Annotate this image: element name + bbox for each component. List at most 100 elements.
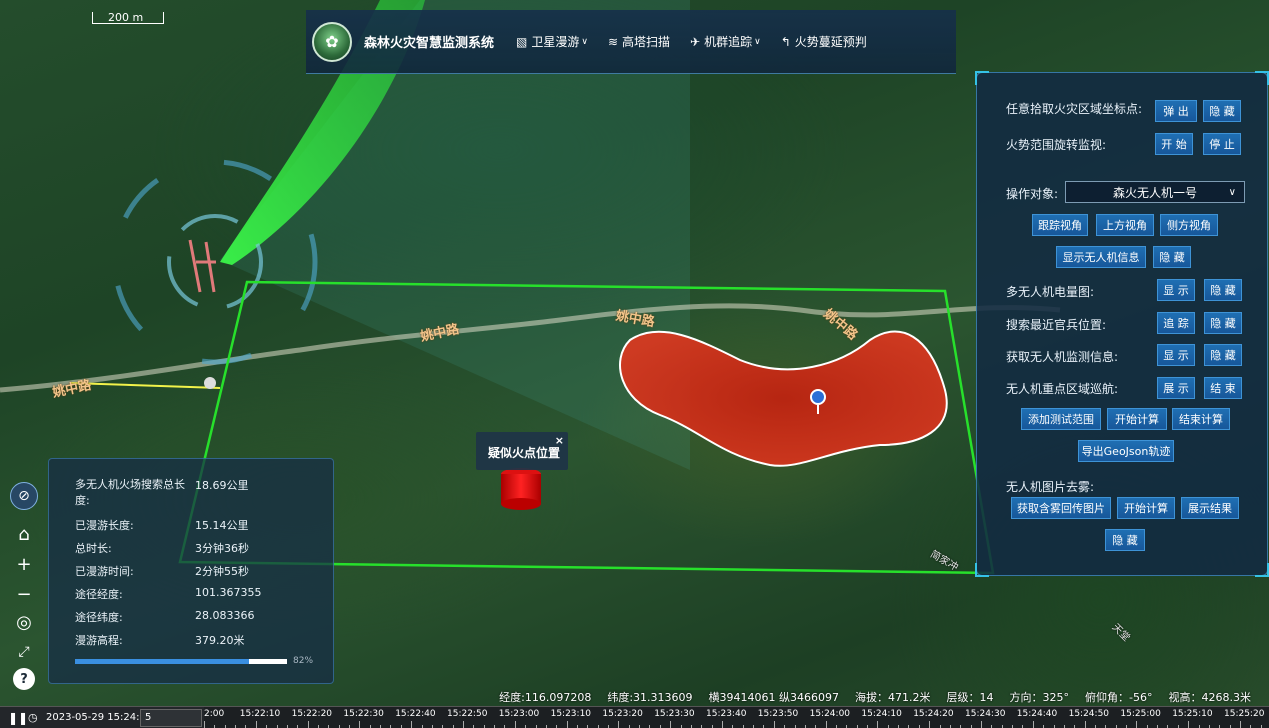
info-value: 101.367355 (195, 586, 262, 599)
info-label: 总时长: (75, 542, 112, 555)
track-view-button[interactable]: 跟踪视角 (1032, 214, 1088, 236)
timeline-tick (411, 721, 413, 728)
status-pitch: 俯仰角：-56° (1085, 691, 1153, 704)
info-value: 3分钟36秒 (195, 542, 249, 555)
top-view-button[interactable]: 上方视角 (1096, 214, 1154, 236)
pick-coords-label: 任意拾取火灾区域坐标点: (1006, 102, 1143, 116)
defog-row: 无人机图片去雾: (1006, 478, 1094, 495)
roam-info-panel: 多无人机火场搜索总长度: 18.69公里 已漫游长度: 15.14公里 总时长:… (48, 458, 334, 684)
roam-progress-bar (75, 659, 287, 664)
timeline-tick-label: 15:22:40 (395, 709, 436, 719)
speed-input[interactable]: 5 (140, 709, 202, 727)
pick-coords-hide-button[interactable]: 隐 藏 (1203, 100, 1241, 122)
defog-show-result-button[interactable]: 展示结果 (1181, 497, 1239, 519)
close-icon[interactable]: × (555, 434, 564, 447)
compass-icon[interactable]: ⊘ (10, 482, 38, 510)
side-view-button[interactable]: 侧方视角 (1160, 214, 1218, 236)
roam-progress-label: 82% (293, 656, 314, 666)
show-uav-info-button[interactable]: 显示无人机信息 (1056, 246, 1146, 268)
patrol-start-calc-button[interactable]: 开始计算 (1107, 408, 1167, 430)
info-label: 漫游高程: (75, 634, 123, 647)
timeline-tick-label: 15:25:20 (1224, 709, 1265, 719)
timeline-tick (463, 721, 464, 728)
timeline-tick-label: 15:24:30 (965, 709, 1006, 719)
timeline-tick (514, 721, 516, 728)
timeline-tick-label: 15:22:30 (343, 709, 384, 719)
patrol-end-button[interactable]: 结 束 (1204, 377, 1242, 399)
patrol-show-button[interactable]: 展 示 (1157, 377, 1195, 399)
rotate-monitor-row: 火势范围旋转监视: (1006, 136, 1106, 153)
rotate-stop-button[interactable]: 停 止 (1203, 133, 1241, 155)
defog-start-calc-button[interactable]: 开始计算 (1117, 497, 1175, 519)
top-navigation: ✿ 森林火灾智慧监测系统 ▧ 卫星漫游 ∨ ≋ 高塔扫描 ✈ 机群追踪 ∨ ↰ … (306, 10, 956, 74)
info-label: 已漫游时间: (75, 565, 134, 578)
pick-coords-popup-button[interactable]: 弹 出 (1155, 100, 1197, 122)
timeline-tick (255, 721, 257, 728)
export-geojson-button[interactable]: 导出GeoJson轨迹 (1078, 440, 1174, 462)
nav-tower-scan[interactable]: ≋ 高塔扫描 (608, 33, 670, 50)
pick-coords-row: 任意拾取火灾区域坐标点: (1006, 100, 1142, 117)
battery-label: 多无人机电量图: (1006, 285, 1095, 299)
nearest-soldier-label: 搜索最近官兵位置: (1006, 318, 1107, 332)
timeline-tick-label: 15:24:50 (1068, 709, 1110, 719)
layers-icon: ≋ (607, 34, 619, 49)
timeline-tick (670, 721, 672, 728)
timeline-tick-label: 15:24:20 (913, 709, 954, 719)
clock-icon: ◷ (28, 711, 38, 724)
operate-target-label: 操作对象: (1006, 187, 1059, 201)
rotate-start-button[interactable]: 开 始 (1155, 133, 1193, 155)
operate-target-value: 森火无人机一号 (1112, 185, 1197, 200)
monitor-show-button[interactable]: 显 示 (1157, 344, 1195, 366)
timeline-tick (877, 721, 879, 728)
nav-fire-spread-prediction[interactable]: ↰ 火势蔓延预判 (781, 33, 867, 50)
defog-hide-button[interactable]: 隐 藏 (1105, 529, 1145, 551)
get-foggy-image-button[interactable]: 获取含雾回传图片 (1011, 497, 1111, 519)
chevron-down-icon: ∨ (754, 36, 761, 47)
map-icon: ▧ (516, 34, 528, 49)
add-test-range-button[interactable]: 添加测试范围 (1021, 408, 1101, 430)
battery-hide-button[interactable]: 隐 藏 (1204, 279, 1242, 301)
timeline-ruler[interactable]: 2:00 15:22:10 15:22:20 15:22:30 15:22:40 15:2… (204, 707, 1269, 728)
timeline-tick (1136, 721, 1138, 728)
timeline-tick-label: 15:23:40 (706, 709, 747, 719)
timeline-tick-label: 15:24:00 (809, 709, 851, 719)
timeline-tick (359, 721, 361, 728)
timeline-tick (722, 721, 723, 728)
timeline-tick (1240, 721, 1241, 728)
timeline-tick-label: 15:22:50 (447, 709, 488, 719)
patrol-end-calc-button[interactable]: 结束计算 (1172, 408, 1230, 430)
hide-uav-info-button[interactable]: 隐 藏 (1153, 246, 1191, 268)
timeline-tick (566, 721, 568, 728)
zoom-out-icon[interactable]: − (10, 580, 38, 608)
monitor-hide-button[interactable]: 隐 藏 (1204, 344, 1242, 366)
timeline-bar: ❚❚ ◷ 2023-05-29 15:24:54 5 2:00 15:22:10 1… (0, 706, 1269, 728)
plane-icon: ✈ (690, 34, 701, 49)
info-label: 多无人机火场搜索总长度: (75, 478, 185, 507)
fullscreen-icon[interactable]: ⤢ (10, 638, 38, 666)
monitor-info-label: 获取无人机监测信息: (1006, 350, 1119, 364)
operate-target-select[interactable]: 森火无人机一号 ∨ (1065, 181, 1245, 203)
nav-label: 火势蔓延预判 (794, 35, 867, 49)
home-icon[interactable]: ⌂ (10, 520, 38, 548)
pause-icon[interactable]: ❚❚ (8, 711, 28, 725)
tower-icon (188, 239, 216, 293)
soldier-track-button[interactable]: 追 踪 (1157, 312, 1195, 334)
help-icon[interactable]: ? (13, 668, 35, 690)
status-altitude: 海拔：471.2米 (855, 691, 931, 704)
info-value: 28.083366 (195, 609, 255, 622)
path-icon: ↰ (780, 34, 791, 49)
timeline-tick-label: 15:23:10 (550, 709, 592, 719)
battery-show-button[interactable]: 显 示 (1157, 279, 1195, 301)
globe-icon[interactable]: ◎ (10, 608, 38, 636)
status-level: 层级：14 (946, 691, 994, 704)
info-label: 途径纬度: (75, 611, 123, 624)
nearest-soldier-row: 搜索最近官兵位置: (1006, 316, 1106, 333)
timeline-tick (981, 721, 982, 728)
timeline-tick-label: 15:24:10 (861, 709, 902, 719)
soldier-hide-button[interactable]: 隐 藏 (1204, 312, 1242, 334)
nav-fleet-tracking[interactable]: ✈ 机群追踪 ∨ (690, 33, 761, 50)
nav-satellite-roam[interactable]: ▧ 卫星漫游 ∨ (516, 33, 588, 50)
monitor-info-row: 获取无人机监测信息: (1006, 348, 1118, 365)
zoom-in-icon[interactable]: + (10, 550, 38, 578)
timeline-tick-label: 15:25:10 (1172, 709, 1213, 719)
